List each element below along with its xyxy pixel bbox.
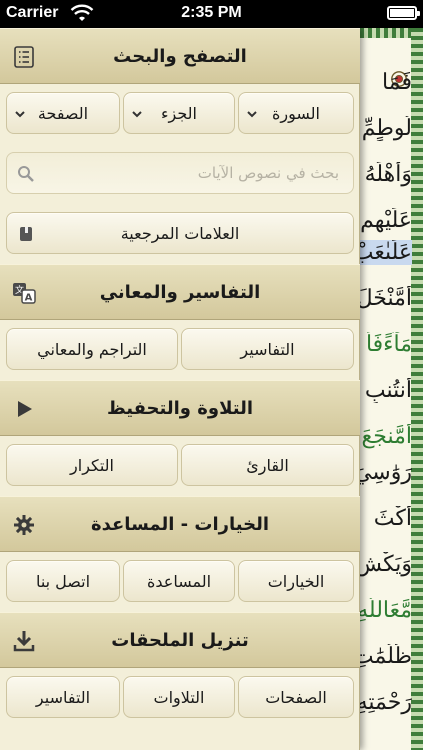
tafsir-button[interactable]: التفاسير xyxy=(181,328,354,370)
download-pages-label: الصفحات xyxy=(265,687,327,707)
contact-button-label: اتصل بنا xyxy=(35,571,91,591)
section-title: التلاوة والتحفيظ xyxy=(106,397,254,419)
search-input[interactable] xyxy=(7,153,353,193)
chevron-down-icon xyxy=(15,111,25,118)
quran-line: وَأَهْلَهُ xyxy=(364,162,412,187)
juz-select-label: الجزء xyxy=(161,103,197,123)
translations-button-label: التراجم والمعاني xyxy=(37,339,147,359)
translations-button[interactable]: التراجم والمعاني xyxy=(6,328,178,370)
help-button-label: المساعدة xyxy=(146,571,212,591)
repeat-button[interactable]: التكرار xyxy=(6,444,178,486)
section-header-options: الخيارات - المساعدة xyxy=(0,496,360,552)
translate-icon[interactable]: 文 A xyxy=(12,281,36,305)
quran-line: لُوطٍمِّ xyxy=(361,116,412,141)
page-border-right xyxy=(411,28,423,750)
download-pages-button[interactable]: الصفحات xyxy=(238,676,354,718)
search-icon xyxy=(18,166,34,182)
quran-line: مَآءًفَأَ xyxy=(365,332,412,357)
download-tafsir-label: التفاسير xyxy=(35,687,91,707)
list-icon[interactable] xyxy=(12,45,36,69)
status-bar: Carrier 2:35 PM xyxy=(0,0,423,28)
section-title: تنزيل الملحقات xyxy=(111,629,249,651)
quran-line: أَكْثَ xyxy=(373,506,412,531)
reciter-button-label: القارئ xyxy=(246,455,289,475)
bookmark-icon xyxy=(20,227,32,241)
quran-line: ظُلُمَٰتِ xyxy=(360,644,412,669)
bookmarks-label: العلامات المرجعية xyxy=(120,223,240,243)
play-icon[interactable] xyxy=(12,397,36,421)
options-button-label: الخيارات xyxy=(267,571,325,591)
quran-line: عَلَيْهِم xyxy=(360,208,412,233)
juz-select[interactable]: الجزء xyxy=(123,92,235,134)
options-button[interactable]: الخيارات xyxy=(238,560,354,602)
quran-line: رَوَٰسِيَ xyxy=(360,460,412,485)
download-recitations-button[interactable]: التلاوات xyxy=(123,676,235,718)
quran-line-highlighted: عَلَىٰعَبْ xyxy=(360,240,412,265)
quran-line: مَّعَاللَّهِ xyxy=(360,598,412,623)
surah-select[interactable]: السورة xyxy=(238,92,354,134)
download-recitations-label: التلاوات xyxy=(153,687,205,707)
page-select-label: الصفحة xyxy=(37,103,89,123)
tafsir-button-label: التفاسير xyxy=(240,339,295,359)
quran-line: رَحْمَتِهِ xyxy=(360,690,412,715)
surah-select-label: السورة xyxy=(272,103,320,123)
chevron-down-icon xyxy=(247,111,257,118)
section-header-downloads: تنزيل الملحقات xyxy=(0,612,360,668)
contact-button[interactable]: اتصل بنا xyxy=(6,560,120,602)
section-title: التفاسير والمعاني xyxy=(99,281,261,303)
section-title: الخيارات - المساعدة xyxy=(90,513,270,535)
quran-line: أَمَّنجَعَ xyxy=(361,424,412,449)
quran-line: فَمَا xyxy=(382,70,412,95)
ayah-search[interactable] xyxy=(6,152,354,194)
clock: 2:35 PM xyxy=(181,4,242,21)
bookmarks-button[interactable]: العلامات المرجعية xyxy=(6,212,354,254)
quran-line: أَمَّنْخَلَ xyxy=(360,286,412,311)
download-icon[interactable] xyxy=(12,629,36,653)
page-select[interactable]: الصفحة xyxy=(6,92,120,134)
gear-icon[interactable] xyxy=(12,513,36,537)
quran-line: أَنتُنبِ xyxy=(364,378,412,403)
section-header-browse: التصفح والبحث xyxy=(0,28,360,84)
reciter-button[interactable]: القارئ xyxy=(181,444,354,486)
section-header-recitation: التلاوة والتحفيظ xyxy=(0,380,360,436)
section-header-tafsir: 文 A التفاسير والمعاني xyxy=(0,264,360,320)
svg-text:A: A xyxy=(25,293,33,304)
battery-icon xyxy=(387,6,420,20)
section-title: التصفح والبحث xyxy=(113,45,247,67)
quran-page[interactable]: فَمَا لُوطٍمِّ وَأَهْلَهُ عَلَيْهِم عَلَ… xyxy=(360,28,423,750)
side-menu: التصفح والبحث السورة الجزء الصفحة العلام… xyxy=(0,28,360,750)
quran-line: وَيَكْشِ xyxy=(360,552,412,577)
repeat-button-label: التكرار xyxy=(70,455,114,475)
help-button[interactable]: المساعدة xyxy=(123,560,235,602)
download-tafsir-button[interactable]: التفاسير xyxy=(6,676,120,718)
chevron-down-icon xyxy=(132,111,142,118)
